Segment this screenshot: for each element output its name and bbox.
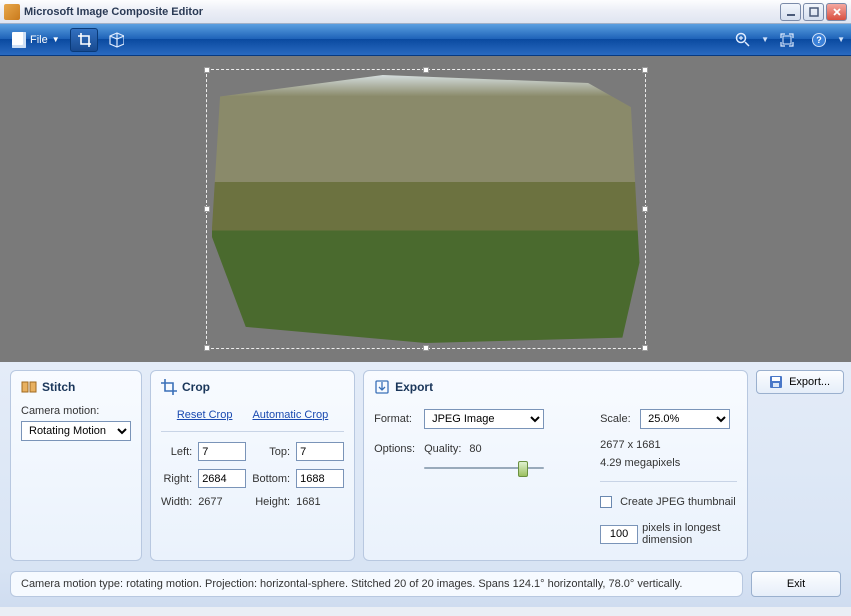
fit-icon bbox=[779, 32, 795, 48]
maximize-icon bbox=[809, 7, 819, 17]
crop-left-label: Left: bbox=[161, 446, 192, 458]
crop-handle-n[interactable] bbox=[423, 67, 429, 73]
crop-tool-button[interactable] bbox=[70, 28, 98, 52]
thumbnail-caption: pixels in longest dimension bbox=[642, 522, 737, 546]
minimize-button[interactable] bbox=[780, 3, 801, 21]
stitch-panel: Stitch Camera motion: Rotating Motion bbox=[10, 370, 142, 561]
crop-top-label: Top: bbox=[252, 446, 290, 458]
projection-tool-button[interactable] bbox=[102, 28, 130, 52]
titlebar: Microsoft Image Composite Editor bbox=[0, 0, 851, 24]
scale-select[interactable]: 25.0% bbox=[640, 409, 730, 429]
crop-panel-icon bbox=[161, 379, 177, 395]
crop-handle-sw[interactable] bbox=[204, 345, 210, 351]
close-icon bbox=[832, 7, 842, 17]
panorama-preview[interactable] bbox=[206, 69, 646, 349]
crop-rectangle[interactable] bbox=[206, 69, 646, 349]
save-icon bbox=[769, 375, 783, 389]
crop-right-label: Right: bbox=[161, 473, 192, 485]
crop-handle-e[interactable] bbox=[642, 206, 648, 212]
chevron-down-icon: ▼ bbox=[52, 35, 60, 44]
canvas-area[interactable] bbox=[0, 56, 851, 362]
format-select[interactable]: JPEG Image bbox=[424, 409, 544, 429]
quality-value: 80 bbox=[469, 443, 481, 455]
crop-bottom-input[interactable] bbox=[296, 469, 344, 488]
crop-handle-nw[interactable] bbox=[204, 67, 210, 73]
crop-height-value: 1681 bbox=[296, 496, 344, 508]
window-title: Microsoft Image Composite Editor bbox=[24, 6, 203, 18]
crop-header: Crop bbox=[161, 379, 344, 395]
close-button[interactable] bbox=[826, 3, 847, 21]
fit-button[interactable] bbox=[773, 28, 801, 52]
thumbnail-label: Create JPEG thumbnail bbox=[620, 496, 736, 508]
crop-width-label: Width: bbox=[161, 496, 192, 508]
export-header: Export bbox=[374, 379, 737, 395]
maximize-button[interactable] bbox=[803, 3, 824, 21]
scale-label: Scale: bbox=[600, 413, 636, 425]
crop-top-input[interactable] bbox=[296, 442, 344, 461]
help-dropdown-icon[interactable]: ▼ bbox=[837, 35, 845, 44]
automatic-crop-link[interactable]: Automatic Crop bbox=[252, 409, 328, 421]
help-icon: ? bbox=[811, 32, 827, 48]
file-menu[interactable]: File ▼ bbox=[6, 28, 66, 52]
stitch-header: Stitch bbox=[21, 379, 131, 395]
status-text: Camera motion type: rotating motion. Pro… bbox=[10, 571, 743, 597]
export-title: Export bbox=[395, 380, 433, 394]
app-icon bbox=[4, 4, 20, 20]
crop-handle-se[interactable] bbox=[642, 345, 648, 351]
export-button-label: Export... bbox=[789, 376, 830, 388]
export-divider bbox=[600, 481, 737, 482]
file-icon bbox=[12, 32, 26, 48]
crop-icon bbox=[77, 32, 91, 48]
thumbnail-pixels-input[interactable] bbox=[600, 525, 638, 544]
export-dims: 2677 x 1681 bbox=[600, 439, 737, 451]
crop-title: Crop bbox=[182, 380, 210, 394]
slider-thumb[interactable] bbox=[518, 461, 528, 477]
quality-slider[interactable] bbox=[424, 459, 544, 477]
exit-button[interactable]: Exit bbox=[751, 571, 841, 597]
zoom-icon bbox=[735, 32, 751, 48]
toolbar: File ▼ ▼ ? ▼ bbox=[0, 24, 851, 56]
minimize-icon bbox=[786, 7, 796, 17]
crop-height-label: Height: bbox=[252, 496, 290, 508]
stitch-icon bbox=[21, 379, 37, 395]
status-row: Camera motion type: rotating motion. Pro… bbox=[0, 567, 851, 607]
export-megapixels: 4.29 megapixels bbox=[600, 457, 737, 469]
zoom-dropdown-icon[interactable]: ▼ bbox=[761, 35, 769, 44]
zoom-button[interactable] bbox=[729, 28, 757, 52]
stitch-title: Stitch bbox=[42, 380, 75, 394]
crop-handle-ne[interactable] bbox=[642, 67, 648, 73]
thumbnail-checkbox[interactable] bbox=[600, 496, 612, 508]
crop-bottom-label: Bottom: bbox=[252, 473, 290, 485]
crop-handle-w[interactable] bbox=[204, 206, 210, 212]
help-button[interactable]: ? bbox=[805, 28, 833, 52]
camera-motion-select[interactable]: Rotating Motion bbox=[21, 421, 131, 441]
crop-divider bbox=[161, 431, 344, 432]
export-icon bbox=[374, 379, 390, 395]
svg-text:?: ? bbox=[816, 35, 822, 45]
file-label: File bbox=[30, 34, 48, 46]
crop-panel: Crop Reset Crop Automatic Crop Left: Top… bbox=[150, 370, 355, 561]
export-panel: Export Format: JPEG Image Options: Quali… bbox=[363, 370, 748, 561]
cube-icon bbox=[108, 32, 124, 48]
exit-button-label: Exit bbox=[787, 578, 805, 590]
crop-right-input[interactable] bbox=[198, 469, 246, 488]
crop-width-value: 2677 bbox=[198, 496, 246, 508]
reset-crop-link[interactable]: Reset Crop bbox=[177, 409, 233, 421]
quality-label: Quality: bbox=[424, 443, 461, 455]
export-button-column: Export... bbox=[756, 370, 844, 561]
options-label: Options: bbox=[374, 443, 420, 455]
crop-handle-s[interactable] bbox=[423, 345, 429, 351]
format-label: Format: bbox=[374, 413, 420, 425]
camera-motion-label: Camera motion: bbox=[21, 405, 131, 417]
panel-row: Stitch Camera motion: Rotating Motion Cr… bbox=[0, 362, 851, 567]
export-button[interactable]: Export... bbox=[756, 370, 844, 394]
crop-left-input[interactable] bbox=[198, 442, 246, 461]
